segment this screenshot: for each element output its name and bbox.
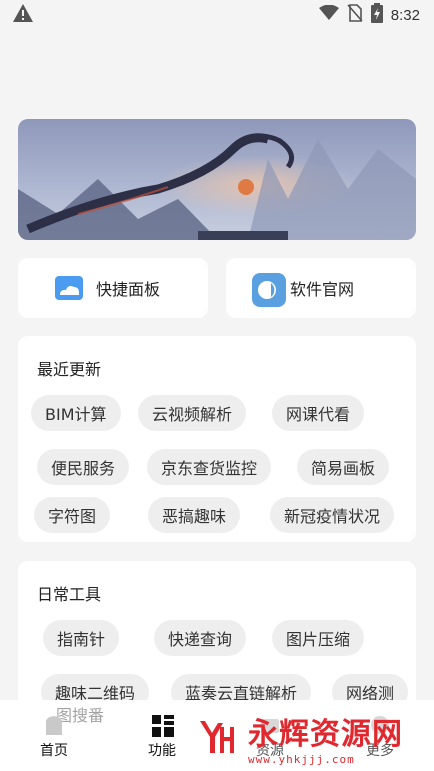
chip-compass[interactable]: 指南针	[43, 620, 120, 656]
site-watermark: 永辉资源网 www.yhkjjj.com	[190, 707, 426, 767]
chip-char-art[interactable]: 字符图	[34, 497, 111, 533]
watermark-url: www.yhkjjj.com	[248, 752, 355, 766]
chip-course[interactable]: 网课代看	[272, 395, 365, 431]
status-indicators: 8:32	[318, 3, 420, 27]
cloud-icon	[54, 273, 84, 303]
chip-express[interactable]: 快递查询	[154, 620, 247, 656]
home-icon	[43, 714, 65, 736]
banner-image[interactable]	[18, 119, 416, 240]
recent-updates-section: 最近更新 BIM计算 云视频解析 网课代看 便民服务 京东查货监控 简易画板 字…	[18, 336, 416, 542]
watermark-title: 永辉资源网	[248, 716, 403, 752]
watermark-logo-icon	[190, 711, 242, 763]
chip-paint[interactable]: 简易画板	[297, 449, 390, 485]
official-site-label: 软件官网	[290, 280, 355, 299]
toggle-icon	[252, 273, 286, 307]
chip-image-compress[interactable]: 图片压缩	[272, 620, 365, 656]
status-time: 8:32	[390, 6, 420, 24]
official-site-card[interactable]: 软件官网	[226, 258, 416, 318]
chip-prank[interactable]: 恶搞趣味	[148, 497, 241, 533]
chip-service[interactable]: 便民服务	[37, 449, 130, 485]
chip-jd-monitor[interactable]: 京东查货监控	[147, 449, 272, 485]
nav-features-label: 功能	[148, 743, 176, 759]
chip-covid[interactable]: 新冠疫情状况	[270, 497, 395, 533]
section-title: 最近更新	[37, 360, 102, 379]
grid-icon	[151, 714, 174, 737]
chip-bim[interactable]: BIM计算	[31, 395, 121, 431]
nav-home-label: 首页	[40, 743, 68, 759]
warning-icon	[12, 3, 34, 27]
battery-icon	[370, 3, 383, 27]
watermark-text: 永辉资源网 www.yhkjjj.com	[248, 709, 403, 766]
wifi-icon	[318, 4, 339, 25]
nav-home[interactable]: 首页	[24, 714, 84, 760]
nav-features[interactable]: 功能	[132, 714, 192, 760]
chip-cloud-video[interactable]: 云视频解析	[138, 395, 247, 431]
status-bar: 8:32	[0, 0, 434, 30]
section-title: 日常工具	[37, 585, 102, 604]
no-sim-icon	[347, 4, 363, 26]
quick-panel-card[interactable]: 快捷面板	[18, 258, 208, 318]
quick-panel-label: 快捷面板	[96, 280, 161, 299]
